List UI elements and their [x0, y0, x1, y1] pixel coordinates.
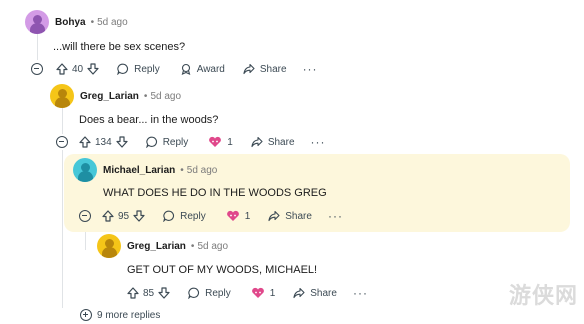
heart-award-icon [209, 136, 222, 147]
award-icon [181, 63, 191, 75]
share-icon [251, 136, 263, 148]
share-button[interactable]: Share [268, 210, 312, 222]
award-count: 1 [269, 287, 276, 299]
vote-count: 95 [118, 210, 130, 222]
timestamp[interactable]: 5d ago [97, 17, 128, 28]
thread-line [62, 108, 63, 134]
share-button[interactable]: Share [293, 287, 337, 299]
timestamp[interactable]: 5d ago [197, 241, 228, 252]
reply-label: Reply [180, 210, 206, 222]
award-button[interactable]: 1 [251, 287, 276, 299]
comment-text: WHAT DOES HE DO IN THE WOODS GREG [103, 187, 327, 199]
share-icon [243, 63, 255, 75]
comment-header: Greg_Larian • 5d ago [97, 234, 228, 258]
downvote-button[interactable] [116, 136, 128, 148]
share-label: Share [267, 136, 295, 148]
upvote-button[interactable] [56, 63, 68, 75]
watermark: 游侠网 [508, 284, 578, 309]
avatar[interactable] [25, 10, 49, 34]
share-icon [293, 287, 305, 299]
author-name[interactable]: Michael_Larian [103, 165, 175, 176]
share-label: Share [310, 287, 337, 299]
award-count: 1 [244, 210, 251, 222]
upvote-button[interactable] [79, 136, 91, 148]
separator-dot: • [143, 90, 148, 102]
collapse-icon[interactable] [79, 210, 91, 222]
separator-dot: • [190, 240, 195, 252]
downvote-icon [133, 210, 145, 222]
comment-text: ...will there be sex scenes? [53, 41, 186, 53]
share-button[interactable]: Share [251, 136, 295, 148]
comment-header: Greg_Larian • 5d ago [50, 84, 181, 108]
author-name[interactable]: Greg_Larian [127, 241, 186, 252]
avatar[interactable] [73, 158, 97, 182]
more-options-button[interactable]: ··· [328, 209, 343, 223]
reply-label: Reply [162, 136, 189, 148]
comment-header: Bohya • 5d ago [25, 10, 128, 34]
downvote-button[interactable] [133, 210, 145, 222]
upvote-icon [102, 210, 114, 222]
author-name[interactable]: Greg_Larian [80, 91, 139, 102]
reply-button[interactable]: Reply [188, 287, 231, 299]
comment-bubble-icon [145, 136, 157, 148]
reply-label: Reply [205, 287, 231, 299]
downvote-icon [158, 287, 170, 299]
reply-button[interactable]: Reply [145, 136, 189, 148]
share-button[interactable]: Share [243, 63, 287, 75]
vote-count: 85 [143, 287, 155, 299]
downvote-icon [116, 136, 128, 148]
expand-icon [80, 309, 92, 321]
reply-button[interactable]: Reply [117, 63, 160, 75]
comment-actions: 134 Reply 1 Share ··· [56, 135, 326, 149]
more-options-button[interactable]: ··· [303, 62, 318, 76]
upvote-button[interactable] [127, 287, 139, 299]
heart-award-icon [251, 287, 264, 298]
more-options-button[interactable]: ··· [311, 135, 326, 149]
comment-actions: 95 Reply 1 Share ··· [79, 209, 343, 223]
more-options-button[interactable]: ··· [353, 286, 368, 300]
comment-actions: 85 Reply 1 Share ··· [127, 286, 368, 300]
reply-button[interactable]: Reply [163, 210, 206, 222]
comment-actions: 40 Reply Award Share ··· [31, 62, 318, 76]
collapse-icon[interactable] [31, 63, 43, 75]
award-button[interactable]: 1 [208, 136, 233, 148]
comment-bubble-icon [163, 210, 175, 222]
reply-label: Reply [134, 63, 160, 75]
vote-count: 40 [72, 63, 84, 75]
more-replies-label: 9 more replies [97, 309, 161, 321]
upvote-icon [127, 287, 139, 299]
vote-count: 134 [95, 136, 112, 148]
separator-dot: • [90, 16, 95, 28]
downvote-icon [87, 63, 99, 75]
timestamp[interactable]: 5d ago [150, 91, 181, 102]
heart-award-icon [226, 210, 239, 221]
avatar[interactable] [97, 234, 121, 258]
thread-line [62, 150, 63, 308]
award-count: 1 [227, 136, 233, 148]
comment-bubble-icon [188, 287, 200, 299]
downvote-button[interactable] [87, 63, 99, 75]
comment-bubble-icon [117, 63, 129, 75]
share-icon [268, 210, 280, 222]
share-label: Share [259, 63, 287, 75]
share-label: Share [285, 210, 312, 222]
timestamp[interactable]: 5d ago [187, 165, 218, 176]
award-label: Award [196, 63, 225, 75]
downvote-button[interactable] [158, 287, 170, 299]
collapse-icon[interactable] [56, 136, 68, 148]
separator-dot: • [180, 164, 184, 176]
avatar[interactable] [50, 84, 74, 108]
comment-text: Does a bear... in the woods? [79, 114, 219, 126]
comment-header: Michael_Larian • 5d ago [73, 158, 217, 182]
award-button[interactable]: Award [180, 63, 225, 75]
upvote-button[interactable] [102, 210, 114, 222]
author-name[interactable]: Bohya [55, 17, 86, 28]
upvote-icon [79, 136, 91, 148]
comment-text: GET OUT OF MY WOODS, MICHAEL! [127, 264, 318, 276]
more-replies-link[interactable]: 9 more replies [80, 309, 160, 321]
thread-line [37, 34, 38, 60]
award-button[interactable]: 1 [226, 210, 251, 222]
upvote-icon [56, 63, 68, 75]
